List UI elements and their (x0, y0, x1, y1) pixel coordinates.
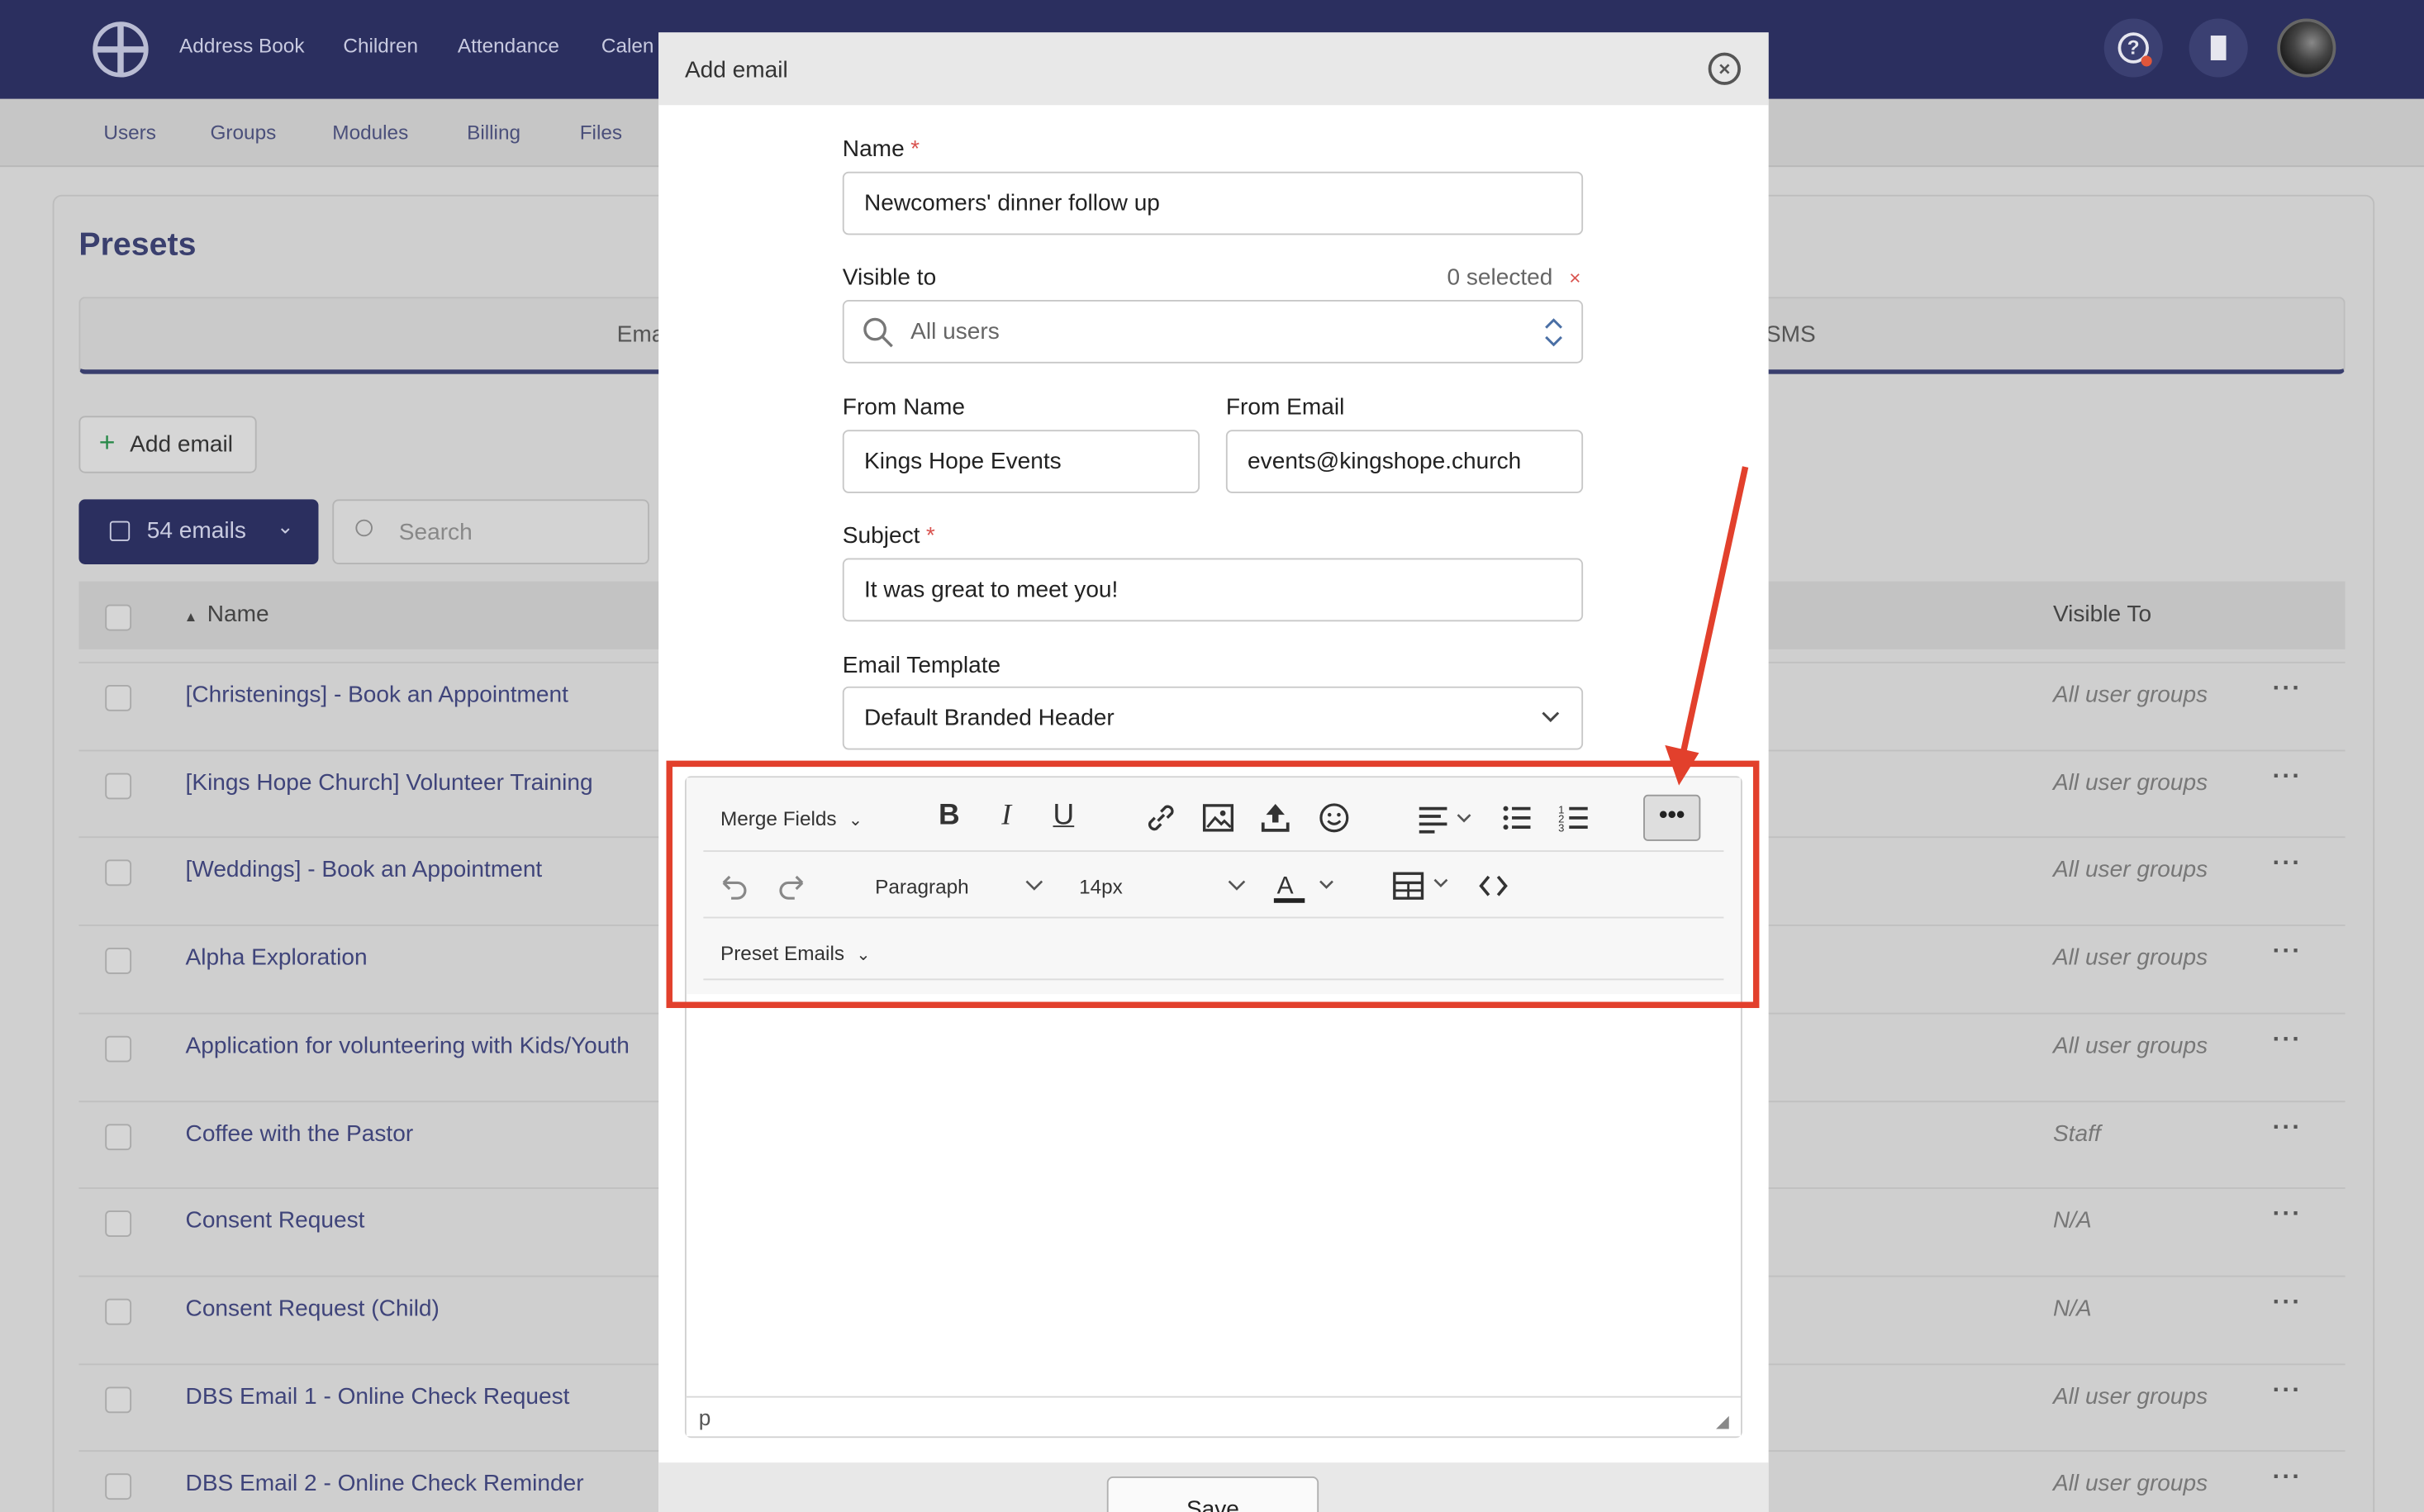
annotation-arrow-icon (1665, 466, 1749, 786)
